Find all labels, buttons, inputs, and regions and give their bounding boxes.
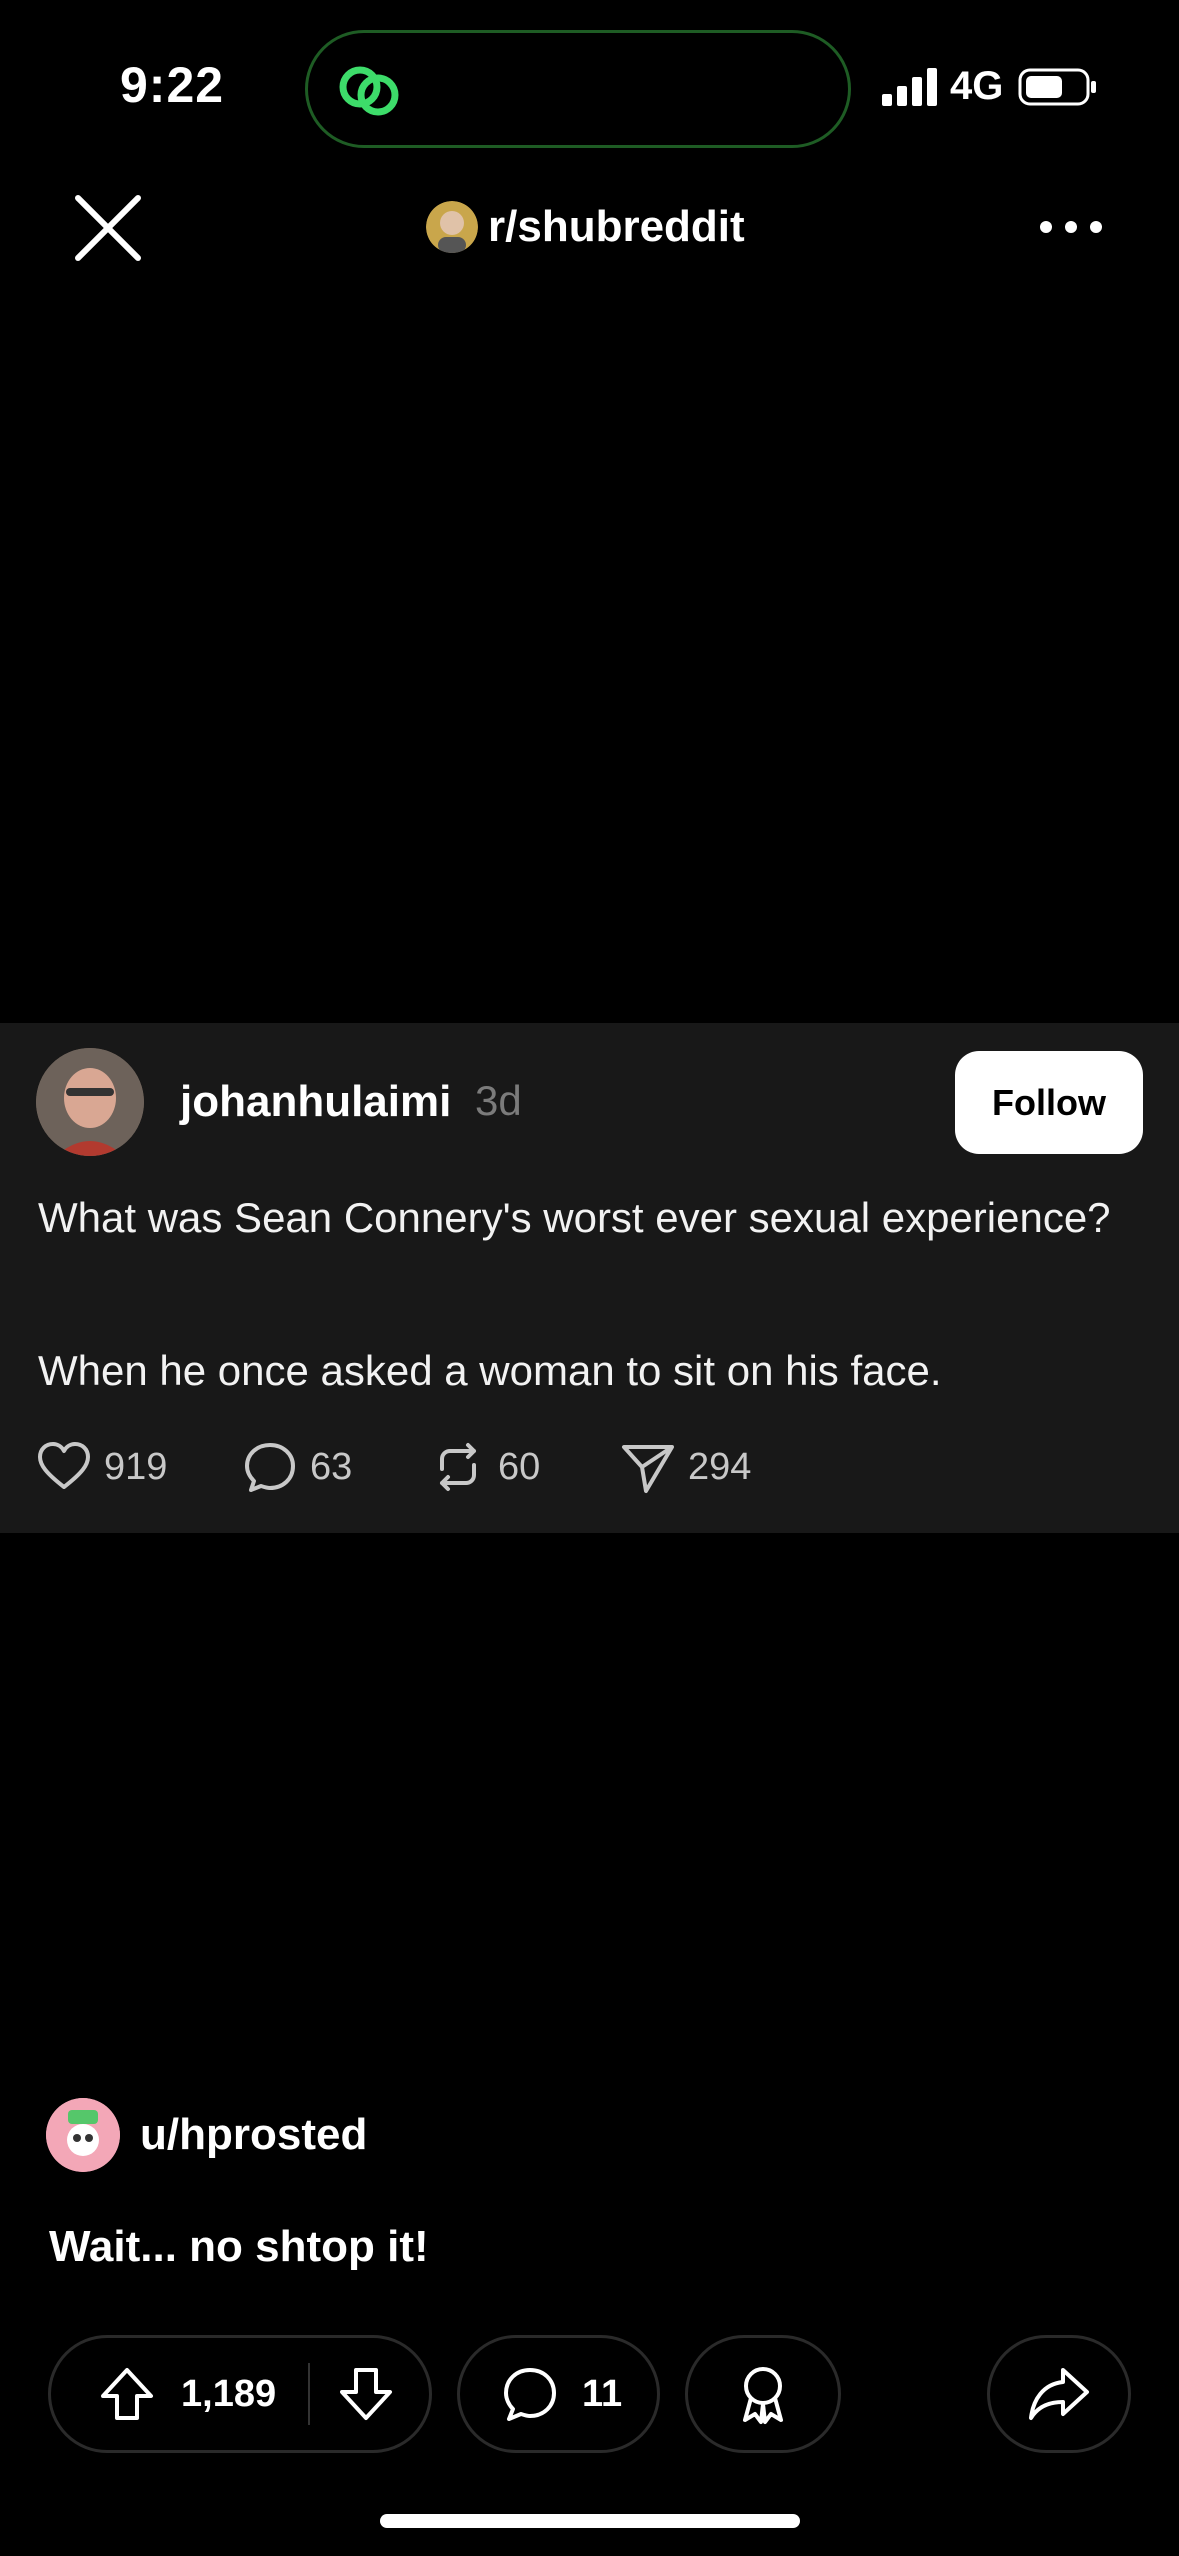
comments-button[interactable]: 11 — [457, 2335, 660, 2453]
author-avatar[interactable] — [36, 1048, 144, 1156]
like-stat[interactable]: 919 — [36, 1437, 167, 1497]
share-count: 294 — [688, 1445, 752, 1488]
cellular-signal-icon — [882, 68, 937, 106]
upvote-arrow-icon[interactable] — [97, 2364, 157, 2424]
comment-count: 11 — [582, 2372, 623, 2415]
close-icon[interactable] — [66, 186, 150, 270]
link-rings-icon — [339, 66, 399, 116]
poster-avatar[interactable] — [46, 2098, 120, 2172]
send-icon — [622, 1445, 674, 1493]
vote-count: 1,189 — [181, 2372, 277, 2415]
like-count: 919 — [104, 1445, 168, 1488]
award-button[interactable] — [685, 2335, 841, 2453]
repost-icon — [440, 1443, 476, 1491]
share-arrow-icon — [1029, 2368, 1089, 2420]
share-stat[interactable]: 294 — [620, 1437, 751, 1497]
follow-button[interactable]: Follow — [955, 1051, 1143, 1154]
network-type: 4G — [950, 64, 1004, 108]
author-username[interactable]: johanhulaimi — [180, 1077, 451, 1127]
subreddit-link[interactable]: r/shubreddit — [426, 200, 745, 254]
subreddit-name: r/shubreddit — [488, 202, 745, 251]
post-body: When he once asked a woman to sit on his… — [38, 1347, 942, 1394]
home-indicator[interactable] — [380, 2514, 800, 2528]
post-title: What was Sean Connery's worst ever sexua… — [38, 1194, 1111, 1241]
repost-count: 60 — [498, 1445, 541, 1488]
subreddit-avatar — [426, 201, 478, 253]
more-horizontal-icon[interactable] — [1036, 200, 1106, 254]
reply-count: 63 — [310, 1445, 353, 1488]
dynamic-island[interactable] — [305, 30, 851, 148]
reply-stat[interactable]: 63 — [242, 1437, 352, 1497]
comment-bubble-icon — [504, 2368, 556, 2421]
post-age: 3d — [475, 1077, 522, 1124]
post-caption: Wait... no shtop it! — [49, 2222, 429, 2271]
status-time: 9:22 — [120, 57, 225, 113]
vote-divider — [308, 2363, 311, 2425]
downvote-arrow-icon[interactable] — [336, 2364, 396, 2424]
heart-icon — [38, 1442, 90, 1489]
repost-stat[interactable]: 60 — [430, 1437, 540, 1497]
speech-bubble-icon — [245, 1443, 295, 1492]
vote-pill: 1,189 — [48, 2335, 432, 2453]
poster-username[interactable]: u/hprosted — [140, 2110, 367, 2160]
award-ribbon-icon — [743, 2367, 783, 2424]
battery-icon — [1018, 68, 1096, 106]
share-button[interactable] — [987, 2335, 1131, 2453]
